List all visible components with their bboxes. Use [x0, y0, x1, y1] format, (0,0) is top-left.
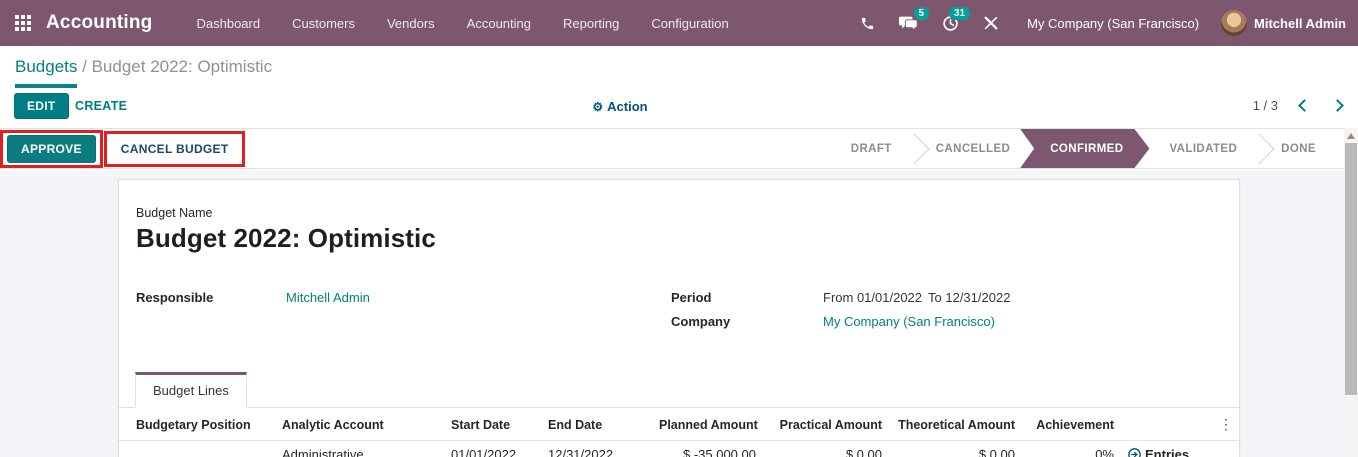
- cancel-budget-button[interactable]: CANCEL BUDGET: [110, 135, 239, 162]
- menu-configuration[interactable]: Configuration: [635, 0, 744, 46]
- company-value-link[interactable]: My Company (San Francisco): [823, 314, 995, 329]
- period-from-value: From 01/01/2022: [823, 290, 923, 305]
- budget-name-label: Budget Name: [136, 206, 213, 220]
- vertical-scrollbar[interactable]: [1344, 128, 1358, 457]
- cell-analytic-account[interactable]: Administrative: [282, 440, 451, 457]
- app-title[interactable]: Accounting: [46, 12, 153, 34]
- notebook-tabs: Budget Lines: [119, 372, 1239, 408]
- pager-count: 1 / 3: [1252, 98, 1278, 113]
- scrollbar-up-arrow-icon[interactable]: [1347, 133, 1355, 139]
- status-confirmed-active[interactable]: CONFIRMED: [1020, 129, 1149, 168]
- tab-budget-lines[interactable]: Budget Lines: [135, 372, 247, 408]
- menu-accounting[interactable]: Accounting: [451, 0, 547, 46]
- user-name: Mitchell Admin: [1254, 15, 1346, 31]
- control-panel: Budgets / Budget 2022: Optimistic EDIT C…: [0, 46, 1358, 128]
- pager: 1 / 3: [1252, 98, 1344, 113]
- top-navbar: Accounting Dashboard Customers Vendors A…: [0, 0, 1358, 46]
- budget-lines-table: Budgetary Position Analytic Account Star…: [119, 408, 1241, 457]
- status-chevron-separator: [898, 132, 930, 165]
- cell-practical-amount[interactable]: $ 0.00: [756, 440, 882, 457]
- status-validated[interactable]: VALIDATED: [1149, 143, 1257, 155]
- menu-dashboard[interactable]: Dashboard: [181, 0, 277, 46]
- breadcrumb: Budgets / Budget 2022: Optimistic: [15, 57, 272, 88]
- cancel-annotation-box: CANCEL BUDGET: [103, 130, 246, 167]
- pager-previous-icon[interactable]: [1298, 99, 1311, 112]
- menu-customers[interactable]: Customers: [276, 0, 371, 46]
- budget-title[interactable]: Budget 2022: Optimistic: [136, 223, 1239, 254]
- scrollbar-thumb[interactable]: [1345, 143, 1357, 395]
- statusbar: DRAFT CANCELLED CONFIRMED VALIDATED DONE: [831, 129, 1336, 168]
- period-label: Period: [671, 290, 712, 305]
- apps-menu-button[interactable]: [0, 0, 46, 46]
- main-menu: Dashboard Customers Vendors Accounting R…: [181, 0, 745, 46]
- menu-vendors[interactable]: Vendors: [371, 0, 451, 46]
- approve-button[interactable]: APPROVE: [7, 134, 96, 163]
- header-achievement[interactable]: Achievement: [1015, 408, 1114, 441]
- activities-button[interactable]: 31: [930, 0, 971, 46]
- breadcrumb-separator: /: [82, 57, 87, 76]
- breadcrumb-budgets-link[interactable]: Budgets: [15, 57, 78, 88]
- company-switcher[interactable]: My Company (San Francisco): [1011, 16, 1215, 31]
- create-button[interactable]: CREATE: [75, 99, 127, 113]
- header-theoretical-amount[interactable]: Theoretical Amount: [882, 408, 1015, 441]
- period-to-value: To 12/31/2022: [928, 290, 1011, 305]
- form-view-area: Budget Name Budget 2022: Optimistic Resp…: [0, 170, 1358, 457]
- cell-budgetary-position[interactable]: [119, 440, 282, 457]
- edit-button[interactable]: EDIT: [14, 93, 69, 119]
- table-options-kebab-icon[interactable]: ⋮: [1219, 416, 1233, 433]
- entries-label: Entries...: [1145, 447, 1200, 457]
- user-menu[interactable]: Mitchell Admin: [1215, 0, 1358, 46]
- activities-badge: 31: [948, 7, 971, 20]
- table-header-row: Budgetary Position Analytic Account Star…: [119, 408, 1241, 441]
- tools-button[interactable]: [971, 0, 1011, 46]
- field-groups: Responsible Mitchell Admin Period From 0…: [136, 290, 1239, 338]
- entries-link[interactable]: Entries...: [1114, 440, 1241, 457]
- action-label: Action: [607, 99, 648, 114]
- systray: 5 31 My Company (San Francisco) Mitchell…: [848, 0, 1358, 46]
- company-label: Company: [671, 314, 731, 329]
- user-avatar: [1221, 10, 1248, 36]
- arrow-circle-icon: [1128, 448, 1141, 457]
- pager-next-icon[interactable]: [1331, 99, 1344, 112]
- gear-icon: ⚙: [592, 100, 604, 114]
- header-analytic-account[interactable]: Analytic Account: [282, 408, 451, 441]
- control-panel-buttons-row: EDIT CREATE ⚙ Action 1 / 3: [0, 92, 1358, 128]
- responsible-label: Responsible: [136, 290, 214, 305]
- menu-reporting[interactable]: Reporting: [547, 0, 635, 46]
- form-status-row: APPROVE CANCEL BUDGET DRAFT CANCELLED CO…: [0, 128, 1358, 169]
- tools-wrench-icon: [984, 16, 998, 30]
- header-practical-amount[interactable]: Practical Amount: [756, 408, 882, 441]
- field-group-right: Period From 01/01/2022 To 12/31/2022 Com…: [671, 290, 1010, 338]
- breadcrumb-current: Budget 2022: Optimistic: [91, 57, 273, 76]
- status-chevron-separator: [1243, 132, 1275, 165]
- cell-theoretical-amount[interactable]: $ 0.00: [882, 440, 1015, 457]
- header-planned-amount[interactable]: Planned Amount: [659, 408, 758, 441]
- status-cancelled[interactable]: CANCELLED: [916, 143, 1031, 155]
- cell-end-date[interactable]: 12/31/2022: [548, 440, 659, 457]
- header-end-date[interactable]: End Date: [548, 408, 659, 441]
- cell-achievement[interactable]: 0%: [1015, 440, 1114, 457]
- action-menu-button[interactable]: ⚙ Action: [592, 99, 647, 114]
- cell-start-date[interactable]: 01/01/2022: [451, 440, 548, 457]
- approve-annotation-box: APPROVE: [0, 129, 103, 168]
- form-sheet: Budget Name Budget 2022: Optimistic Resp…: [118, 179, 1241, 457]
- phone-icon: [861, 17, 874, 29]
- cell-planned-amount[interactable]: $ -35,000.00: [659, 440, 756, 457]
- responsible-value-link[interactable]: Mitchell Admin: [286, 290, 370, 305]
- apps-grid-icon: [15, 15, 31, 31]
- voip-button[interactable]: [848, 0, 887, 46]
- header-budgetary-position[interactable]: Budgetary Position: [119, 408, 282, 441]
- messages-badge: 5: [913, 7, 930, 20]
- header-start-date[interactable]: Start Date: [451, 408, 548, 441]
- field-group-left: Responsible Mitchell Admin: [136, 290, 671, 338]
- table-row[interactable]: Administrative 01/01/2022 12/31/2022 $ -…: [119, 440, 1241, 457]
- messages-button[interactable]: 5: [887, 0, 930, 46]
